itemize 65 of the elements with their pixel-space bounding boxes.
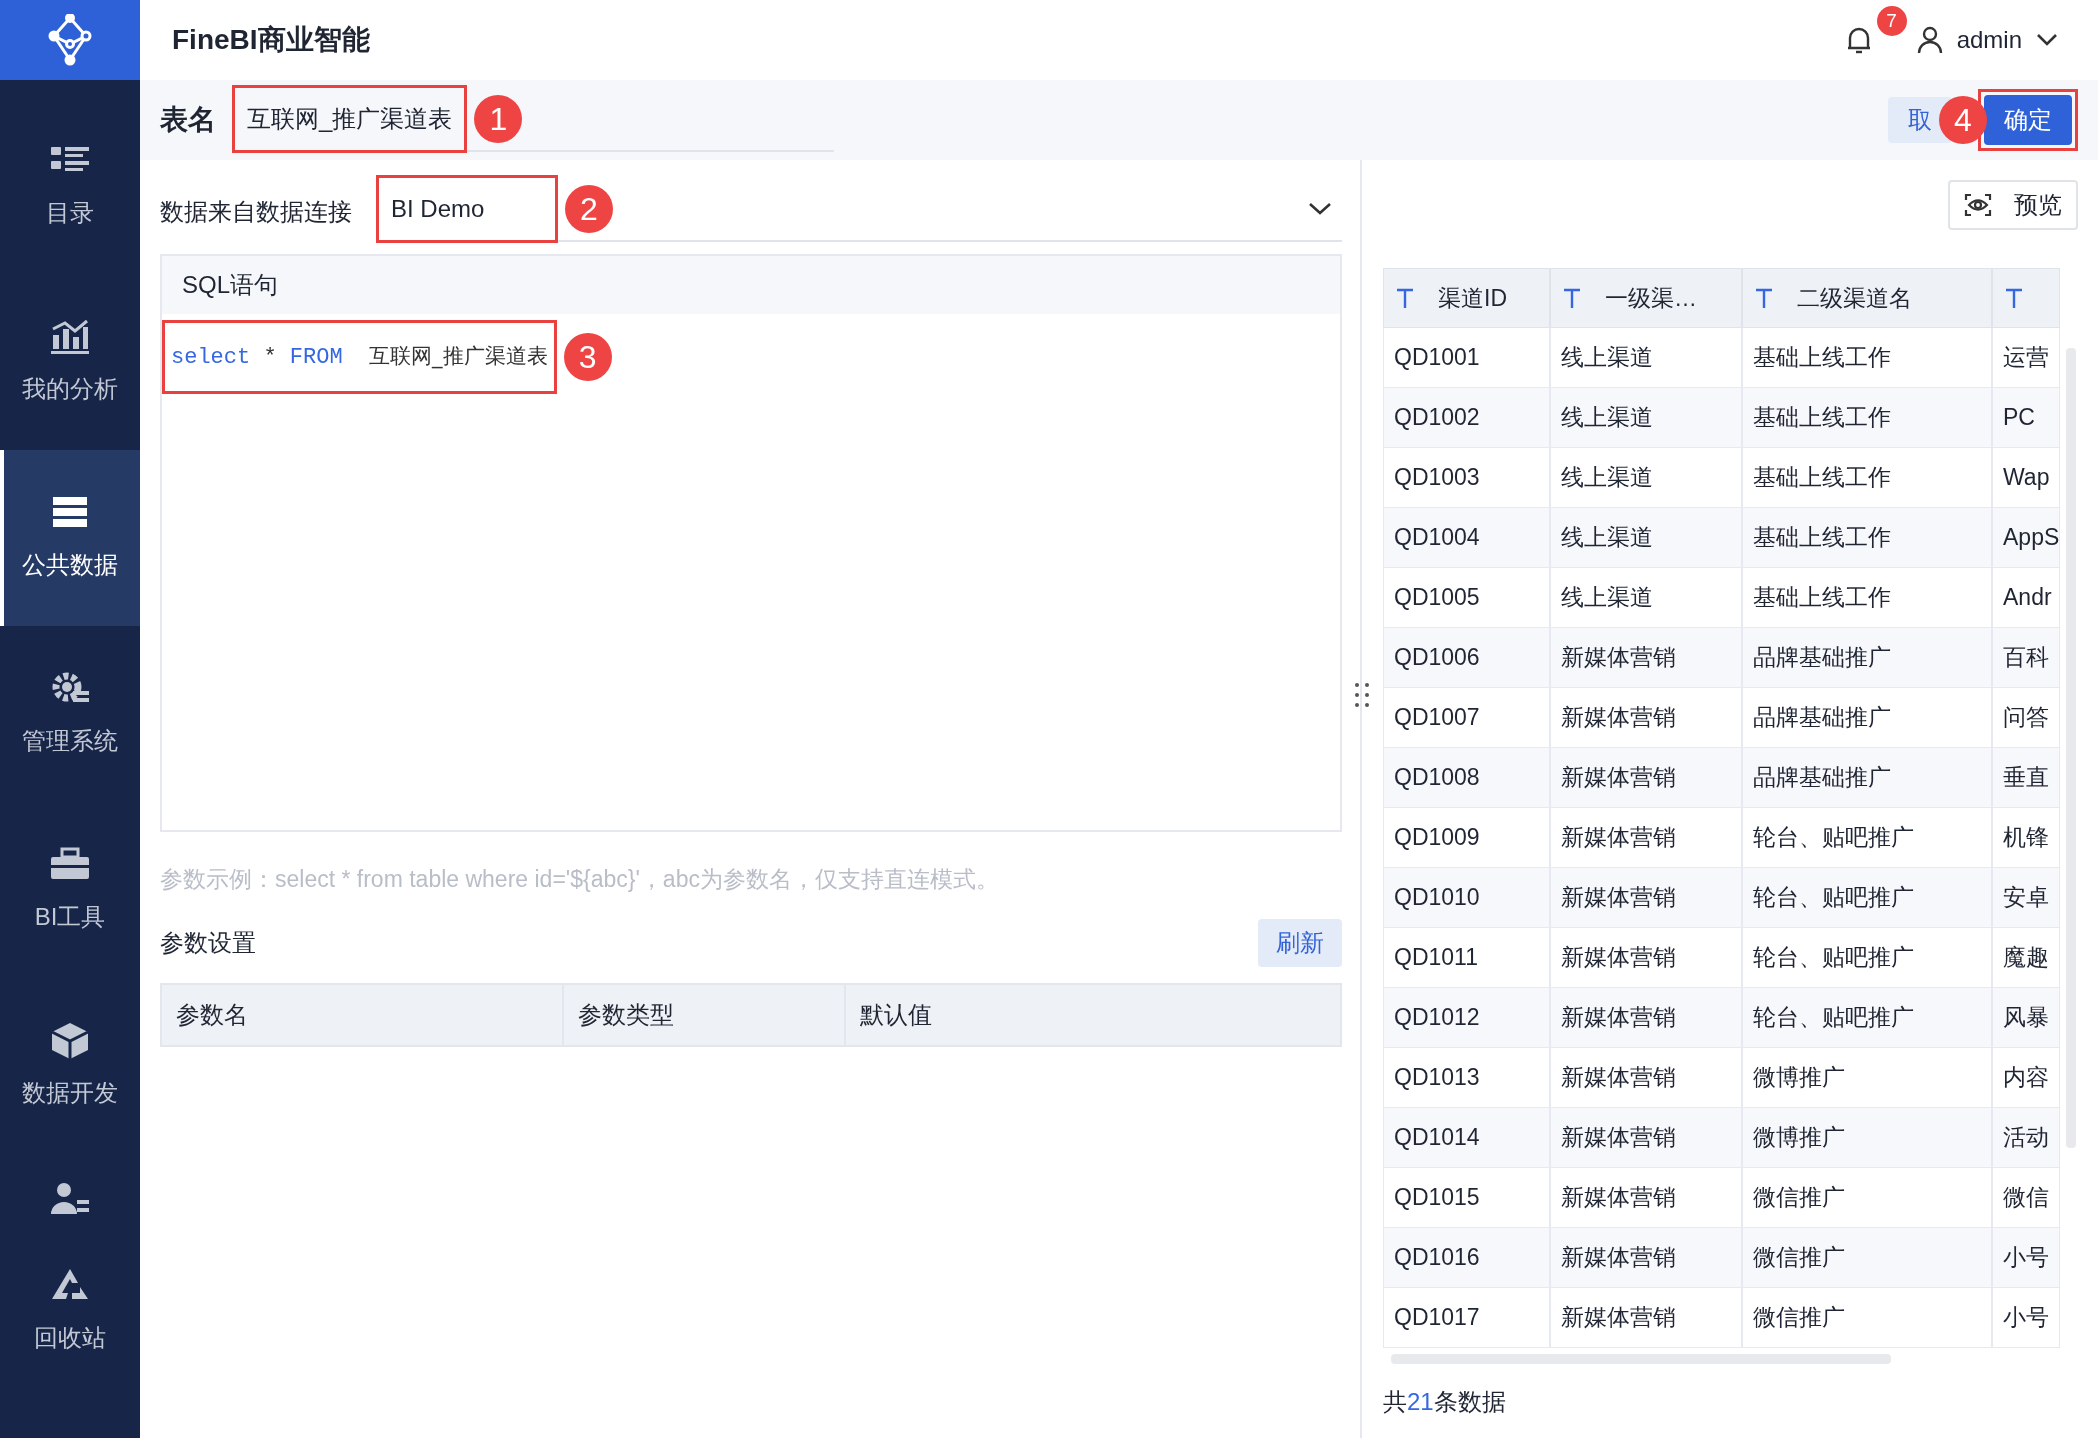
user-icon: [1916, 25, 1943, 55]
connection-dropdown[interactable]: BI Demo 2: [376, 178, 1342, 242]
record-count: 共21条数据: [1383, 1387, 1507, 1417]
confirm-button[interactable]: 确定: [1984, 95, 2072, 145]
table-cell-text: QD1007: [1393, 703, 1481, 733]
text-type-icon: [1563, 288, 1581, 308]
table-name-value: 互联网_推广渠道表: [247, 104, 453, 134]
connection-value: BI Demo: [391, 194, 485, 224]
table-cell-text: QD1003: [1393, 463, 1481, 493]
chevron-down-icon: [2036, 33, 2058, 47]
table-cell-text: QD1001: [1393, 343, 1481, 373]
sidebar-item[interactable]: 管理系统: [0, 626, 140, 802]
sidebar-item[interactable]: 公共数据: [0, 450, 140, 626]
refresh-button[interactable]: 刷新: [1258, 918, 1342, 967]
table-cell-text: QD1008: [1393, 763, 1481, 793]
table-cell-text: QD1016: [1393, 1243, 1481, 1273]
sql-title: SQL语句: [182, 270, 279, 300]
table-name-label: 表名: [160, 103, 216, 137]
sql-code: select * FROM 互联网_推广渠道表: [171, 342, 548, 372]
annotation-marker: 2: [565, 185, 613, 233]
column-header: 参数类型: [562, 984, 844, 1045]
drag-handle-icon: [1354, 682, 1370, 708]
table-cell-text: QD1006: [1393, 643, 1481, 673]
annotation-marker: 4: [1939, 96, 1987, 144]
annotation-marker: 1: [474, 95, 523, 143]
sql-editor[interactable]: SQL语句 select * FROM 互联网_推广渠道表 3: [160, 254, 1342, 832]
column-header: 默认值: [844, 984, 1340, 1045]
table-cell-text: QD1012: [1393, 1003, 1481, 1033]
table-cell: 小号: [1991, 1288, 2061, 1347]
parameter-settings-title: 参数设置: [160, 927, 256, 958]
sidebar-item[interactable]: 数据开发: [0, 978, 140, 1154]
chevron-down-icon: [1308, 202, 1332, 216]
table-cell-text: QD1009: [1393, 823, 1481, 853]
column-header: 一级渠…: [1605, 283, 1697, 313]
table-cell-text: QD1015: [1393, 1183, 1481, 1213]
text-type-icon: [1755, 288, 1773, 308]
app-title: FineBI商业智能: [172, 23, 370, 57]
column-header: 渠道ID: [1438, 283, 1507, 313]
table-cell: 微信推广: [1741, 1288, 1991, 1347]
table-cell-text: QD1013: [1393, 1063, 1481, 1093]
notification-badge: 7: [1876, 6, 1907, 36]
column-header: 参数名: [175, 999, 249, 1030]
parameter-hint: 参数示例：select * from table where id='${abc}'，abc为参数名，仅支持直连模式。: [160, 865, 1000, 894]
table-cell-text: QD1002: [1393, 403, 1481, 433]
sidebar-item[interactable]: 我的分析: [0, 274, 140, 450]
sidebar-item[interactable]: 目录: [0, 98, 140, 274]
sidebar-item[interactable]: 回收站: [0, 1246, 140, 1376]
table-name-input[interactable]: 互联网_推广渠道表 1: [232, 88, 834, 152]
preview-button[interactable]: 预览: [1948, 180, 2078, 230]
table-cell-text: QD1010: [1393, 883, 1481, 913]
connection-label: 数据来自数据连接: [160, 197, 352, 227]
user-menu[interactable]: admin: [1916, 22, 2058, 58]
logo-tile[interactable]: [0, 0, 140, 80]
text-type-icon: [2005, 288, 2023, 308]
annotation-marker: 3: [563, 333, 612, 381]
table-cell-text: QD1014: [1393, 1123, 1481, 1153]
table-cell-text: QD1011: [1393, 943, 1479, 973]
sidebar-item[interactable]: BI工具: [0, 802, 140, 978]
table-cell-text: QD1004: [1393, 523, 1481, 553]
table-cell-text: QD1017: [1393, 1303, 1481, 1333]
text-type-icon: [1396, 288, 1414, 308]
eye-icon: [1964, 193, 1992, 217]
column-header: 二级渠道名: [1797, 283, 1912, 313]
table-cell: 新媒体营销: [1549, 1288, 1741, 1347]
table-cell-text: QD1005: [1393, 583, 1481, 613]
